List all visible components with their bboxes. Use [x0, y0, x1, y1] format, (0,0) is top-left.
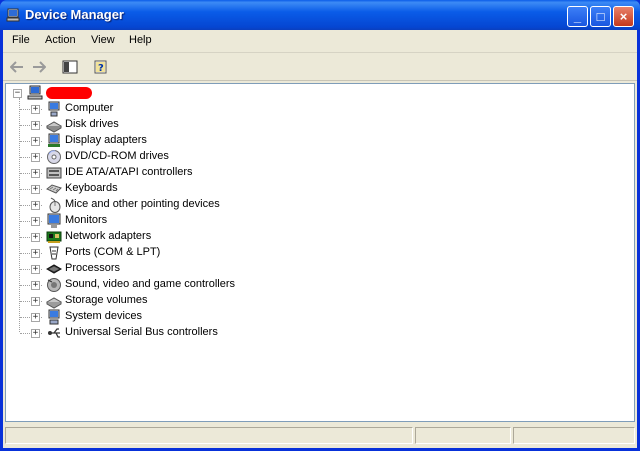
back-button[interactable]: [7, 57, 27, 77]
tree-node-label: Sound, video and game controllers: [65, 278, 235, 290]
tree-node-storage[interactable]: + Storage volumes: [6, 293, 406, 309]
forward-arrow-icon: [33, 61, 46, 73]
help-button[interactable]: ?: [91, 57, 111, 77]
tree-node-disk-drive[interactable]: + Disk drives: [6, 117, 406, 133]
expand-button[interactable]: +: [31, 137, 40, 146]
menu-help[interactable]: Help: [129, 34, 152, 46]
tree-node-usb[interactable]: + Universal Serial Bus controllers: [6, 325, 406, 341]
storage-icon: [46, 297, 62, 309]
svg-text:?: ?: [98, 63, 104, 74]
expand-button[interactable]: +: [31, 233, 40, 242]
show-hide-console-tree-icon: [62, 60, 78, 74]
status-bar: [3, 425, 637, 446]
tree-node-label: Monitors: [65, 214, 108, 226]
status-pane-right: [513, 427, 635, 444]
sound-icon: [47, 278, 61, 292]
root-expander[interactable]: −: [13, 89, 22, 98]
tree-node-display-adapter[interactable]: + Display adapters: [6, 133, 406, 149]
tree-node-mouse[interactable]: + Mice and other pointing devices: [6, 197, 406, 213]
tree-node-label: Disk drives: [65, 118, 119, 130]
menu-action[interactable]: Action: [45, 34, 76, 46]
computer-name-redacted[interactable]: [46, 87, 92, 99]
expand-button[interactable]: +: [31, 201, 40, 210]
back-arrow-icon: [10, 61, 23, 73]
menu-bar: File Action View Help: [3, 30, 637, 53]
tree-node-label: Universal Serial Bus controllers: [65, 326, 218, 338]
expand-button[interactable]: +: [31, 249, 40, 258]
display-adapter-icon: [48, 133, 60, 147]
help-icon: ?: [94, 60, 107, 74]
tree-node-label: Computer: [65, 102, 114, 114]
maximize-button[interactable]: □: [590, 6, 611, 27]
disk-drive-icon: [46, 121, 62, 133]
tree-node-label: Ports (COM & LPT): [65, 246, 161, 258]
tree-node-system-device[interactable]: + System devices: [6, 309, 406, 325]
tree-node-cdrom[interactable]: + DVD/CD-ROM drives: [6, 149, 406, 165]
expand-button[interactable]: +: [31, 265, 40, 274]
port-icon: [49, 246, 59, 260]
cdrom-icon: [47, 150, 61, 164]
mouse-icon: [49, 197, 61, 213]
status-pane-main: [5, 427, 413, 444]
close-button[interactable]: ×: [613, 6, 634, 27]
minimize-button[interactable]: _: [567, 6, 588, 27]
tree-node-label: Network adapters: [65, 230, 152, 242]
show-hide-console-tree-button[interactable]: [60, 57, 80, 77]
device-manager-icon: [6, 8, 20, 22]
tree-node-label: Display adapters: [65, 134, 147, 146]
expand-button[interactable]: +: [31, 281, 40, 290]
system-device-icon: [48, 309, 60, 325]
tree-node-processor[interactable]: + Processors: [6, 261, 406, 277]
expand-button[interactable]: +: [31, 185, 40, 194]
tree-node-label: DVD/CD-ROM drives: [65, 150, 169, 162]
forward-button[interactable]: [29, 57, 49, 77]
tree-node-label: Processors: [65, 262, 121, 274]
tree-node-port[interactable]: + Ports (COM & LPT): [6, 245, 406, 261]
tree-node-keyboard[interactable]: + Keyboards: [6, 181, 406, 197]
tree-node-network-adapter[interactable]: + Network adapters: [6, 229, 406, 245]
device-manager-window: Device Manager _ □ × File Action View He…: [0, 0, 640, 451]
usb-icon: [48, 328, 60, 338]
network-adapter-icon: [46, 231, 62, 243]
window-title: Device Manager: [25, 7, 124, 22]
expand-button[interactable]: +: [31, 297, 40, 306]
tree-node-label: System devices: [65, 310, 143, 322]
computer-root-icon: [27, 85, 43, 100]
expand-button[interactable]: +: [31, 217, 40, 226]
tree-node-label: IDE ATA/ATAPI controllers: [65, 166, 193, 178]
expand-button[interactable]: +: [31, 313, 40, 322]
tree-node-label: Mice and other pointing devices: [65, 198, 220, 210]
keyboard-icon: [46, 184, 62, 194]
expand-button[interactable]: +: [31, 169, 40, 178]
monitor-icon: [47, 213, 61, 228]
tree-node-ide-controller[interactable]: + IDE ATA/ATAPI controllers: [6, 165, 406, 181]
tree-node-monitor[interactable]: + Monitors: [6, 213, 406, 229]
computer-icon: [48, 101, 60, 117]
menu-file[interactable]: File: [12, 34, 30, 46]
tree-node-label: Storage volumes: [65, 294, 148, 306]
menu-view[interactable]: View: [91, 34, 115, 46]
window-client-area: File Action View Help ? − + Computer + D…: [3, 30, 637, 448]
tree-node-label: Keyboards: [65, 182, 118, 194]
device-tree[interactable]: − + Computer + Disk drives + Display adapters…: [5, 83, 635, 422]
tree-node-computer[interactable]: + Computer: [6, 101, 406, 117]
toolbar: ?: [3, 54, 637, 81]
tree-node-sound[interactable]: + Sound, video and game controllers: [6, 277, 406, 293]
expand-button[interactable]: +: [31, 329, 40, 338]
status-pane-middle: [415, 427, 511, 444]
title-bar[interactable]: Device Manager _ □ ×: [0, 0, 640, 30]
processor-icon: [46, 264, 62, 274]
expand-button[interactable]: +: [31, 105, 40, 114]
ide-controller-icon: [46, 167, 62, 179]
expand-button[interactable]: +: [31, 153, 40, 162]
expand-button[interactable]: +: [31, 121, 40, 130]
